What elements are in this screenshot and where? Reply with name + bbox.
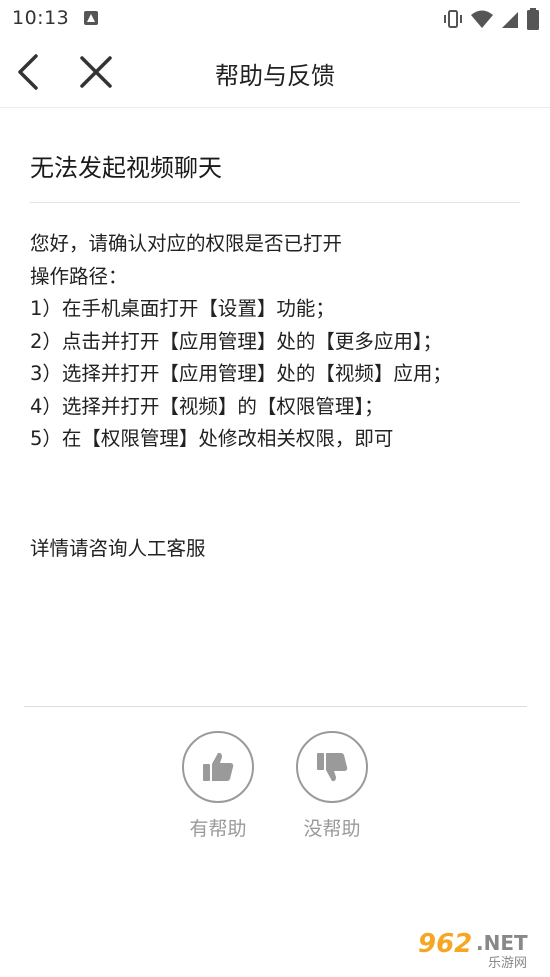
battery-icon — [526, 7, 540, 31]
signal-icon — [500, 8, 520, 30]
body-line: 操作路径： — [30, 264, 128, 288]
helpful-label[interactable]: 有帮助 — [168, 814, 268, 841]
notification-a-icon — [84, 11, 98, 25]
body-line: 1）在手机桌面打开【设置】功能； — [30, 297, 335, 320]
title-divider — [30, 202, 520, 203]
body-line: 3）选择并打开【应用管理】处的【视频】应用； — [30, 362, 452, 385]
page-title: 帮助与反馈 — [215, 62, 335, 90]
svg-text:乐游网: 乐游网 — [488, 956, 527, 970]
article-body: 您好，请确认对应的权限是否已打开 操作路径： 1）在手机桌面打开【设置】功能； … — [30, 228, 530, 456]
unhelpful-label[interactable]: 没帮助 — [282, 814, 382, 841]
vibrate-icon — [442, 8, 464, 30]
status-time: 10:13 — [12, 7, 70, 29]
svg-text:962: 962 — [418, 929, 472, 959]
body-line: 5）在【权限管理】处修改相关权限，即可 — [30, 427, 394, 450]
article-title: 无法发起视频聊天 — [30, 154, 222, 182]
thumbs-down-icon — [317, 753, 348, 782]
customer-service-note: 详情请咨询人工客服 — [30, 537, 206, 560]
svg-text:.NET: .NET — [476, 931, 528, 955]
body-line: 您好，请确认对应的权限是否已打开 — [30, 232, 343, 255]
feedback-divider — [24, 706, 527, 707]
status-bar: 10:13 — [0, 0, 550, 36]
body-line: 4）选择并打开【视频】的【权限管理】； — [30, 394, 384, 418]
help-feedback-screen: 10:13 帮助与反馈 无法发起视频聊天 您好，请确认对应的权限是否已打开 操作… — [0, 0, 550, 977]
helpful-button[interactable] — [182, 731, 254, 803]
status-icons — [442, 7, 540, 31]
watermark-logo: 962 .NET 乐游网 — [412, 924, 544, 971]
wifi-icon — [470, 8, 494, 30]
nav-bar: 帮助与反馈 — [0, 36, 550, 108]
thumbs-up-icon — [203, 752, 234, 781]
body-line: 2）点击并打开【应用管理】处的【更多应用】； — [30, 329, 443, 353]
unhelpful-button[interactable] — [296, 731, 368, 803]
